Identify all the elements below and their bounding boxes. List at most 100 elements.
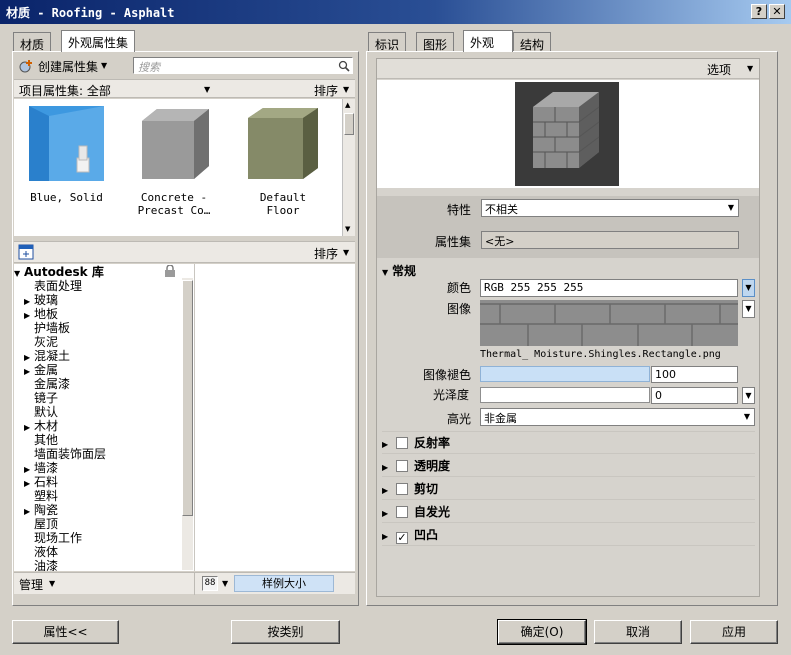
scrollbar-thumb[interactable]: [344, 113, 354, 135]
characteristic-select[interactable]: 不相关 ▼: [481, 199, 739, 217]
category-checkbox[interactable]: [396, 460, 408, 472]
asset-thumbnail[interactable]: [245, 106, 320, 181]
image-fade-slider[interactable]: [480, 366, 650, 382]
apply-button[interactable]: 应用: [690, 620, 778, 644]
category-row[interactable]: ▶ 自发光: [382, 503, 755, 523]
highlight-select[interactable]: 非金属 ▼: [480, 408, 755, 426]
category-row[interactable]: ▶ 剪切: [382, 480, 755, 500]
expand-icon: ▶: [382, 486, 389, 495]
search-placeholder: 搜索: [138, 61, 160, 74]
library-tree-item[interactable]: ▶ 木材: [24, 419, 58, 433]
properties-section: 特性 不相关 ▼ 属性集 <无>: [377, 196, 759, 258]
category-row[interactable]: ▶ 反射率: [382, 434, 755, 454]
chevron-down-icon: ▼: [204, 85, 211, 94]
image-texture-swatch: [480, 300, 738, 346]
scroll-down-icon[interactable]: ▼: [345, 225, 350, 233]
category-checkbox[interactable]: [396, 506, 408, 518]
options-button[interactable]: 选项: [707, 61, 731, 78]
project-assets-header[interactable]: 项目属性集: 全部 ▼ 排序 ▼: [14, 79, 355, 98]
tree-root[interactable]: ▼ Autodesk 库: [14, 265, 104, 279]
chevron-down-icon: ▼: [745, 304, 752, 313]
category-checkbox[interactable]: [396, 483, 408, 495]
library-content-area: [194, 264, 355, 571]
glossiness-slider[interactable]: [480, 387, 650, 403]
asset-thumbnail-grid: Blue, Solid Concrete - Precast Co… Defaul…: [14, 99, 342, 236]
cancel-button[interactable]: 取消: [594, 620, 682, 644]
category-checkbox[interactable]: ✓: [396, 532, 408, 544]
library-tree-item[interactable]: ▶ 混凝土: [24, 349, 70, 363]
library-tree-item[interactable]: 现场工作: [24, 531, 82, 545]
tab-appearance[interactable]: 外观: [463, 30, 513, 52]
color-picker-button[interactable]: ▼: [742, 279, 755, 297]
chevron-down-icon: ▼: [743, 412, 751, 421]
library-tree-item[interactable]: ▶ 陶瓷: [24, 503, 58, 517]
close-button[interactable]: ✕: [769, 4, 785, 19]
tab-appearance-assets[interactable]: 外观属性集: [61, 30, 136, 52]
library-sort-button[interactable]: 排序: [314, 245, 338, 262]
preview-area: [377, 80, 759, 188]
library-tree-item[interactable]: 护墙板: [24, 321, 70, 335]
title-bar: 材质 - Roofing - Asphalt ? ✕: [0, 0, 791, 24]
category-label: 剪切: [414, 482, 439, 496]
chevron-down-icon: ▼: [343, 85, 350, 94]
tab-structure[interactable]: 结构: [513, 32, 552, 52]
scroll-up-icon[interactable]: ▲: [345, 101, 350, 109]
library-tree-item[interactable]: 金属漆: [24, 377, 70, 391]
tab-identity[interactable]: 标识: [368, 32, 407, 52]
expand-icon: ▶: [382, 509, 389, 518]
category-row[interactable]: ▶ ✓ 凹凸: [382, 526, 755, 546]
library-tree-item[interactable]: ▶ 金属: [24, 363, 58, 377]
library-tree-item[interactable]: 镜子: [24, 391, 58, 405]
properties-toggle-button[interactable]: 属性<<: [12, 620, 119, 644]
library-panel-icon: [18, 244, 34, 260]
library-tree-item[interactable]: ▶ 地板: [24, 307, 58, 321]
color-field[interactable]: RGB 255 255 255: [480, 279, 738, 297]
scrollbar-thumb[interactable]: [182, 280, 193, 516]
search-input[interactable]: 搜索: [133, 57, 353, 74]
floor-preview: [245, 106, 320, 181]
tab-graphics[interactable]: 图形: [416, 32, 455, 52]
create-asset-icon: [19, 60, 32, 73]
library-tree-item[interactable]: ▶ 石料: [24, 475, 58, 489]
library-tree-item[interactable]: 默认: [24, 405, 58, 419]
library-tree-item[interactable]: 墙面装饰面层: [24, 447, 106, 461]
thumbnail-scrollbar[interactable]: ▲ ▼: [342, 99, 355, 236]
asset-thumbnail[interactable]: [29, 106, 104, 181]
library-tree-item[interactable]: 其他: [24, 433, 58, 447]
category-row[interactable]: ▶ 透明度: [382, 457, 755, 477]
tree-scrollbar[interactable]: [182, 278, 193, 570]
image-filename[interactable]: Thermal_ Moisture.Shingles.Rectangle.png: [480, 349, 721, 360]
library-tree-item[interactable]: ▶ 墙漆: [24, 461, 58, 475]
category-label: 反射率: [414, 436, 451, 450]
library-tree-item[interactable]: 油漆: [24, 559, 58, 571]
library-tree-item[interactable]: 塑料: [24, 489, 58, 503]
divider: [382, 431, 755, 432]
library-tree-item[interactable]: 液体: [24, 545, 58, 559]
sample-size-slider[interactable]: 样例大小: [234, 575, 334, 592]
expand-icon: ▶: [382, 440, 389, 449]
category-checkbox[interactable]: [396, 437, 408, 449]
asset-thumbnail[interactable]: [137, 106, 212, 181]
chevron-down-icon: ▼: [101, 61, 108, 70]
project-sort-button[interactable]: 排序: [314, 82, 338, 99]
image-fade-value[interactable]: 100: [651, 366, 738, 383]
image-menu-button[interactable]: ▼: [742, 300, 755, 318]
library-tree-item[interactable]: ▶ 玻璃: [24, 293, 58, 307]
create-asset-label: 创建属性集: [38, 60, 99, 74]
by-category-button[interactable]: 按类别: [231, 620, 340, 644]
tab-material[interactable]: 材质: [13, 32, 52, 52]
characteristic-label: 特性: [447, 203, 472, 217]
ok-button[interactable]: 确定(O): [497, 619, 587, 645]
project-assets-filter[interactable]: 项目属性集: 全部: [19, 82, 111, 99]
view-size-icon[interactable]: 88: [202, 576, 218, 591]
library-tree-item[interactable]: 屋顶: [24, 517, 58, 531]
expand-icon: ▶: [382, 532, 389, 541]
library-tree-item[interactable]: 灰泥: [24, 335, 58, 349]
manage-button[interactable]: 管理: [19, 576, 43, 593]
library-tree-item[interactable]: 表面处理: [24, 279, 82, 293]
glossiness-value[interactable]: 0: [651, 387, 738, 404]
chevron-down-icon: ▼: [343, 248, 350, 257]
glossiness-menu-button[interactable]: ▼: [742, 387, 755, 404]
general-header[interactable]: ▼ 常规: [382, 262, 416, 279]
help-button[interactable]: ?: [751, 4, 767, 19]
